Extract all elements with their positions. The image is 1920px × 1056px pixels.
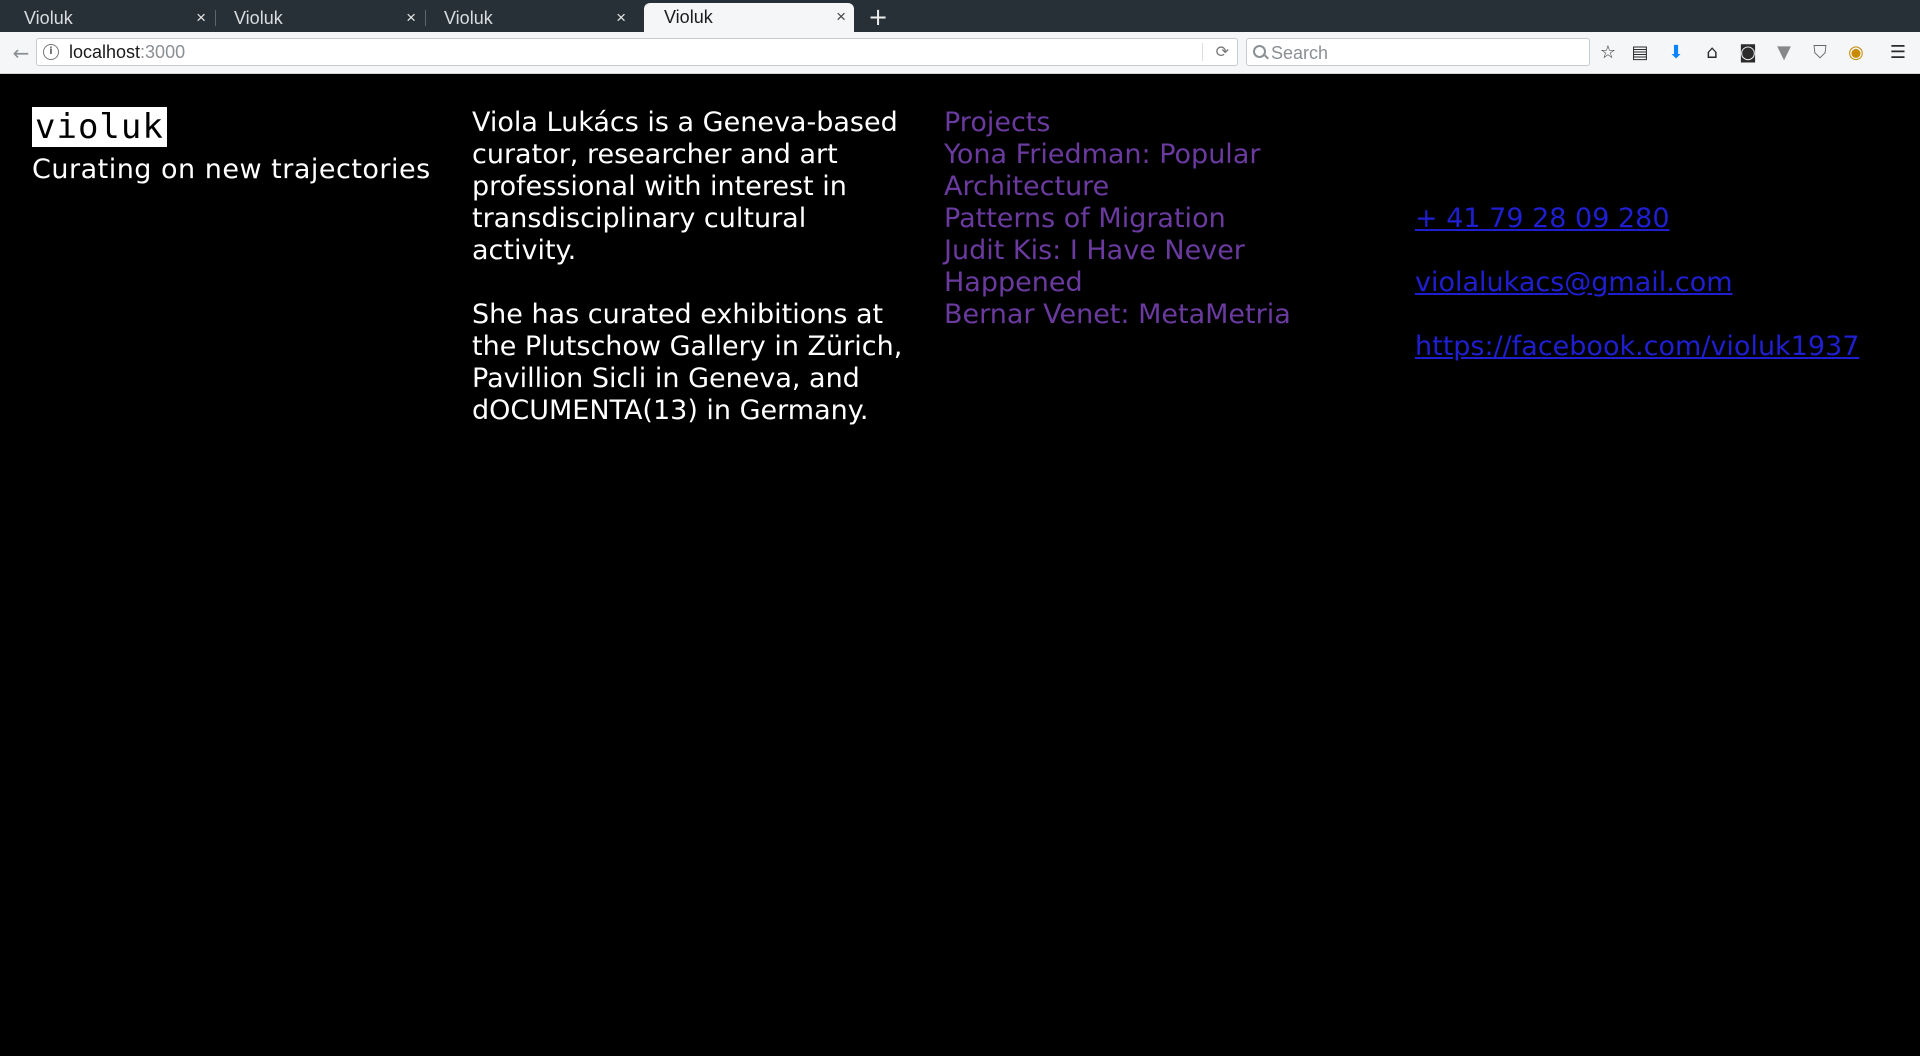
close-tab-icon[interactable]: × <box>836 3 846 31</box>
navigation-bar: ← i localhost:3000 ⟳ ☆ ▤ ⬇ ⌂ ◙ ▼ ⛉ ◉ ☰ <box>0 32 1920 74</box>
color-picker-icon[interactable]: ◉ <box>1844 40 1868 66</box>
bookmark-star-icon[interactable]: ☆ <box>1596 40 1620 66</box>
extension-icon[interactable]: ▼ <box>1772 40 1796 66</box>
reload-icon[interactable]: ⟳ <box>1216 39 1229 65</box>
tab-active[interactable]: Violuk × <box>644 3 854 32</box>
email-link[interactable]: violalukacs@gmail.com <box>1415 267 1859 299</box>
projects-heading[interactable]: Projects <box>944 107 1324 139</box>
search-bar[interactable] <box>1246 38 1590 66</box>
site-logo[interactable]: violuk <box>32 107 167 147</box>
tab[interactable]: Violuk × <box>214 4 426 32</box>
pocket-icon[interactable]: ◙ <box>1736 40 1760 66</box>
tab-title: Violuk <box>664 7 713 27</box>
shield-icon[interactable]: ⛉ <box>1808 40 1832 66</box>
bio-paragraph: Viola Lukács is a Geneva-based curator, … <box>472 107 898 266</box>
new-tab-button[interactable]: + <box>864 4 892 32</box>
tab-title: Violuk <box>444 8 493 28</box>
site-info-icon[interactable]: i <box>43 44 59 60</box>
menu-icon[interactable]: ☰ <box>1886 40 1910 66</box>
close-tab-icon[interactable]: × <box>196 4 206 32</box>
page-content: violuk Curating on new trajectories Viol… <box>0 75 1920 1056</box>
project-link[interactable]: Patterns of Migration <box>944 203 1324 235</box>
search-icon <box>1253 45 1266 58</box>
project-link[interactable]: Judit Kis: I Have Never Happened <box>944 235 1324 299</box>
url-host: localhost <box>69 42 141 62</box>
close-tab-icon[interactable]: × <box>406 4 416 32</box>
tab[interactable]: Violuk × <box>4 4 216 32</box>
url-bar[interactable]: i localhost:3000 ⟳ <box>36 38 1238 66</box>
tab[interactable]: Violuk × <box>424 4 634 32</box>
reading-list-icon[interactable]: ▤ <box>1628 40 1652 66</box>
divider <box>1202 43 1203 61</box>
download-icon[interactable]: ⬇ <box>1664 40 1688 66</box>
project-link[interactable]: Yona Friedman: Popular Architecture <box>944 139 1324 203</box>
url-text: localhost:3000 <box>69 39 185 65</box>
bio-paragraph: She has curated exhibitions at the Pluts… <box>472 299 903 426</box>
phone-link[interactable]: + 41 79 28 09 280 <box>1415 203 1859 235</box>
site-tagline: Curating on new trajectories <box>32 154 431 185</box>
back-arrow-icon[interactable]: ← <box>8 40 34 66</box>
home-icon[interactable]: ⌂ <box>1700 40 1724 66</box>
tab-title: Violuk <box>234 8 283 28</box>
projects-list: Projects Yona Friedman: Popular Architec… <box>944 107 1324 331</box>
project-link[interactable]: Bernar Venet: MetaMetria <box>944 299 1324 331</box>
close-tab-icon[interactable]: × <box>616 4 626 32</box>
tab-title: Violuk <box>24 8 73 28</box>
tab-bar: Violuk × Violuk × Violuk × Violuk × + <box>0 0 1920 32</box>
url-port: :3000 <box>140 42 186 62</box>
search-input[interactable] <box>1269 40 1583 66</box>
facebook-link[interactable]: https://facebook.com/violuk1937 <box>1415 331 1859 363</box>
contact-links: + 41 79 28 09 280 violalukacs@gmail.com … <box>1415 203 1859 395</box>
bio-section: Viola Lukács is a Geneva-based curator, … <box>472 107 912 459</box>
